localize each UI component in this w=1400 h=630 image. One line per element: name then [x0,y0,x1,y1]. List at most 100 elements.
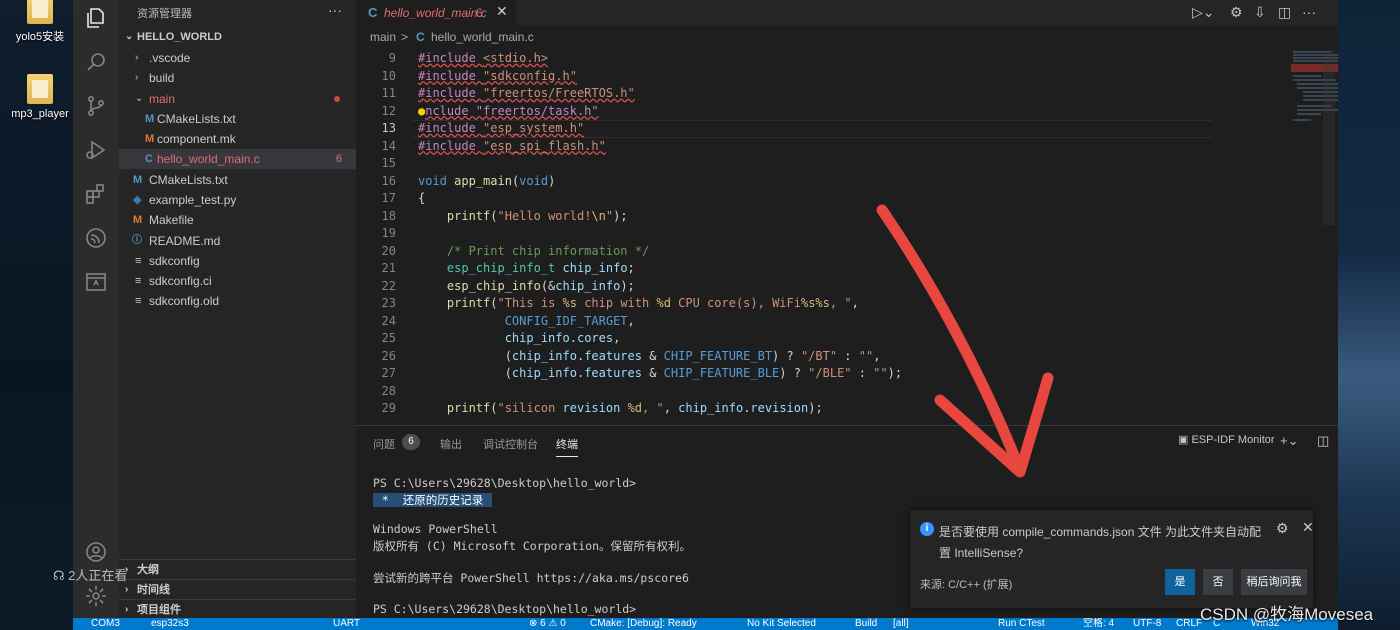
breadcrumb-folder[interactable]: main [370,30,396,44]
line-number: 14 [381,138,396,153]
status-cmake[interactable]: CMake: [Debug]: Ready [590,618,697,630]
workspace-root[interactable]: ⌄ HELLO_WORLD [119,27,356,47]
tree-item-main[interactable]: ⌄ main [119,89,356,109]
desktop-icon-yolo5[interactable]: yolo5安装 [4,0,76,44]
section-label: 大纲 [137,564,159,576]
status-eol[interactable]: CRLF [1176,618,1202,630]
explorer-sidebar: 资源管理器 ··· ⌄ HELLO_WORLD › .vscode › buil… [119,0,356,618]
timeline-section[interactable]: › 时间线 [119,579,356,599]
code-text: printf("Hello world!\n"); [446,208,628,223]
run-icon[interactable]: ▷⌄ [1192,4,1215,21]
tree-item-readme[interactable]: ⓘ README.md [119,231,356,251]
line-number: 16 [381,173,396,188]
code-text: void app_main(void) [418,173,556,188]
tab-hello-world-main[interactable]: C hello_world_main.c 6 ✕ [356,0,516,25]
espressif-icon[interactable] [84,226,108,250]
status-kit[interactable]: No Kit Selected [747,618,816,630]
text-file-icon: ≡ [135,295,142,307]
more-actions-icon[interactable]: ··· [1302,4,1316,20]
tree-item-sdkconfig[interactable]: ≡ sdkconfig [119,251,356,271]
tree-item-hello-world-main[interactable]: C hello_world_main.c 6 [119,149,356,169]
tree-item-example-test[interactable]: ◆ example_test.py [119,190,356,210]
search-icon[interactable] [84,50,108,74]
folder-icon [27,74,53,104]
line-number: 12 [381,103,396,118]
tree-item-component-mk[interactable]: M component.mk [119,129,356,149]
yes-button[interactable]: 是 [1165,569,1195,595]
terminal-selector[interactable]: ▣ ESP-IDF Monitor [1178,433,1275,446]
line-number: 19 [381,226,396,240]
close-tab-icon[interactable]: ✕ [496,3,508,20]
source-control-icon[interactable] [84,94,108,118]
line-number: 17 [381,191,396,205]
editor-scrollbar[interactable] [1323,50,1335,225]
code-text: (chip_info.features & CHIP_FEATURE_BLE) … [418,366,903,380]
split-terminal-icon[interactable]: ◫ [1317,433,1329,449]
c-file-icon: C [145,153,153,165]
tree-item-vscode[interactable]: › .vscode [119,48,356,68]
code-text: #include "sdkconfig.h" [418,68,577,83]
code-text: (chip_info.features & CHIP_FEATURE_BT) ?… [418,348,881,363]
extensions-icon[interactable] [84,182,108,206]
status-indent[interactable]: 空格: 4 [1083,618,1114,630]
desktop-icon-mp3-player[interactable]: mp3_player [4,74,76,120]
status-run-ctest[interactable]: Run CTest [998,618,1045,630]
sidebar-title: 资源管理器 [137,8,192,20]
account-icon[interactable] [84,540,108,564]
python-file-icon: ◆ [133,194,142,206]
tree-item-build[interactable]: › build [119,68,356,88]
tab-terminal[interactable]: 终端 [556,436,578,457]
info-file-icon: ⓘ [132,235,142,246]
code-editor[interactable]: 9 #include <stdio.h> 10 #include "sdkconfig… [356,50,1216,422]
tree-item-sdkconfig-ci[interactable]: ≡ sdkconfig.ci [119,271,356,291]
gear-icon[interactable]: ⚙ [1276,520,1289,537]
split-editor-icon[interactable]: ◫ [1278,4,1291,21]
tree-item-label: sdkconfig.ci [149,274,212,288]
status-uart[interactable]: UART [333,618,360,630]
line-number: 26 [381,348,396,363]
status-build[interactable]: Build [855,618,877,630]
remote-explorer-icon[interactable] [84,270,108,294]
chevron-down-icon: ⌄ [135,93,144,104]
project-components-section[interactable]: › 项目组件 [119,599,356,619]
c-file-icon: C [368,5,378,20]
tab-problems[interactable]: 问题 [373,436,395,452]
vscode-window: 资源管理器 ··· ⌄ HELLO_WORLD › .vscode › buil… [73,0,1338,630]
code-text: printf("This is %s chip with %d CPU core… [446,296,859,310]
chevron-right-icon: › [125,604,129,615]
gear-icon[interactable]: ⚙ [1230,4,1243,21]
close-icon[interactable]: ✕ [1302,519,1314,536]
tree-item-label: component.mk [157,132,236,146]
flash-icon[interactable]: ⇩ [1254,4,1266,21]
status-build-target[interactable]: [all] [893,618,909,630]
tab-output[interactable]: 输出 [440,436,462,452]
status-target[interactable]: esp32s3 [151,618,189,630]
no-button[interactable]: 否 [1203,569,1233,595]
run-debug-icon[interactable] [84,138,108,162]
settings-gear-icon[interactable] [84,584,108,608]
breadcrumb-file[interactable]: hello_world_main.c [431,30,534,44]
info-icon: i [920,522,934,536]
notification-message: 是否要使用 compile_commands.json 文件 为此文件夹自动配置… [939,525,1262,560]
tree-item-sdkconfig-old[interactable]: ≡ sdkconfig.old [119,291,356,311]
tab-debug-console[interactable]: 调试控制台 [483,436,538,452]
tree-item-makefile[interactable]: M Makefile [119,210,356,230]
tree-item-label: Makefile [149,213,194,227]
desktop-icon-label: mp3_player [11,108,69,120]
status-port[interactable]: COM3 [91,618,120,630]
section-label: 项目组件 [137,604,181,616]
new-terminal-icon[interactable]: +⌄ [1280,433,1298,449]
explorer-icon[interactable] [84,6,108,30]
status-encoding[interactable]: UTF-8 [1133,618,1161,630]
users-icon: ☊ [53,568,69,583]
outline-section[interactable]: › 大纲 [119,559,356,579]
code-text: esp_chip_info_t chip_info; [446,261,635,275]
tree-item-cmakelists[interactable]: M CMakeLists.txt [119,170,356,190]
tree-item-main-cmakelists[interactable]: M CMakeLists.txt [119,109,356,129]
more-actions-icon[interactable]: ··· [328,2,342,18]
editor-tab-bar: C hello_world_main.c 6 ✕ ▷⌄ ⚙ ⇩ ◫ ··· [356,0,1338,25]
text-file-icon: ≡ [135,275,142,287]
status-problems[interactable]: ⊗ 6 ⚠ 0 [529,618,566,630]
ask-later-button[interactable]: 稍后询问我 [1241,569,1307,595]
desktop-icon-label: yolo5安装 [15,31,65,43]
